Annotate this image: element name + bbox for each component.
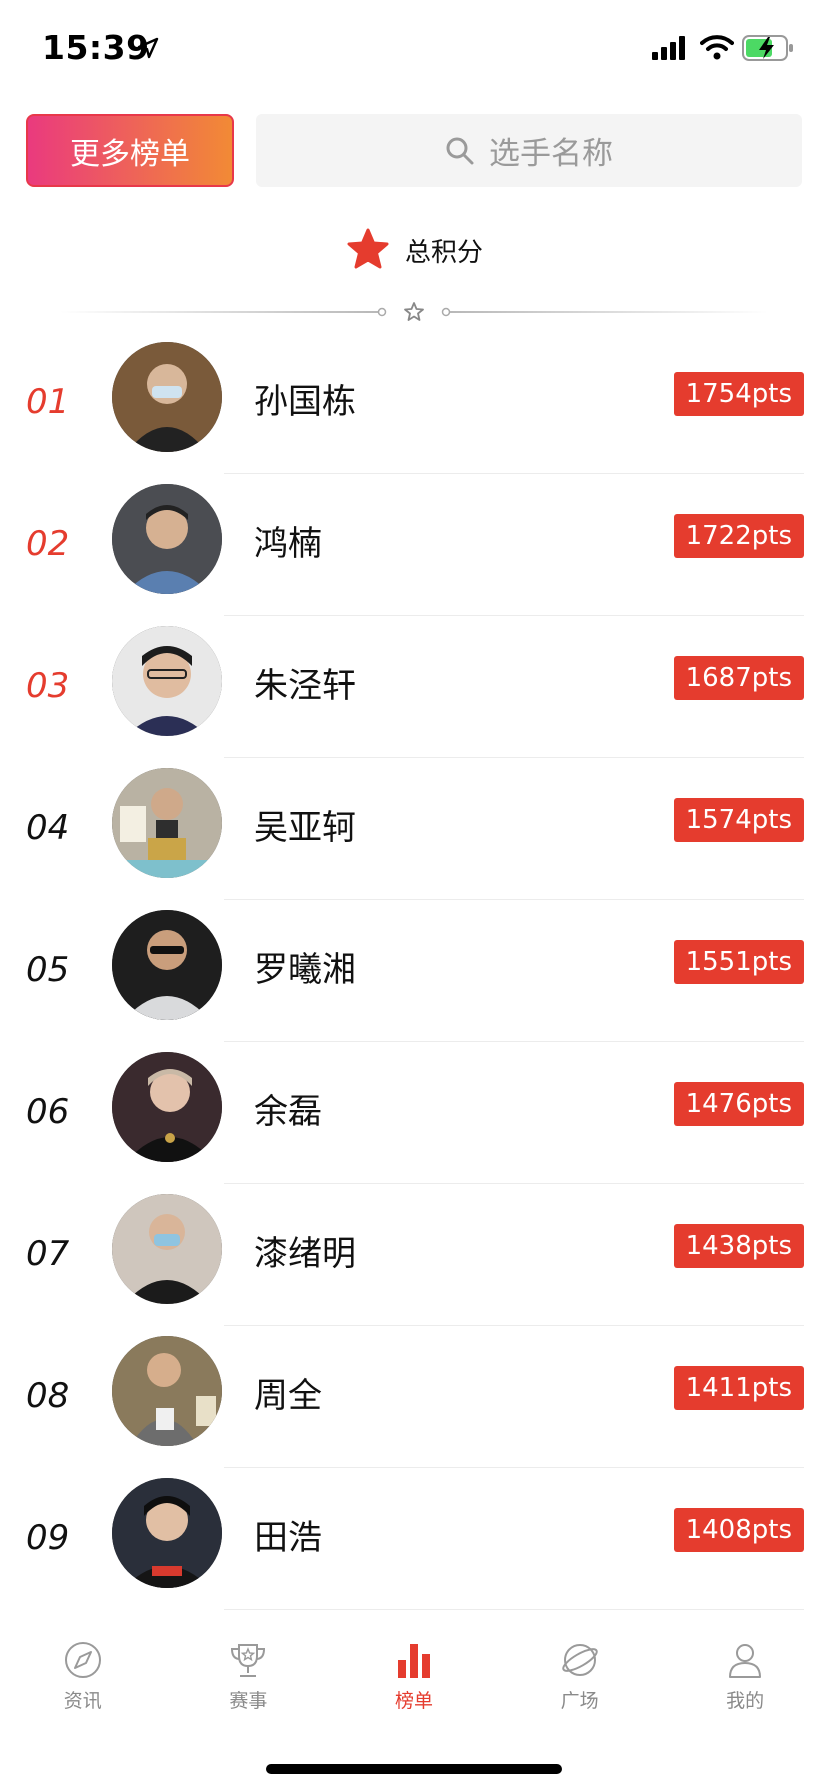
- player-name: 田浩: [254, 1518, 322, 1558]
- tab-label: 资讯: [63, 1690, 102, 1712]
- points-badge: 1722pts: [673, 514, 804, 558]
- player-name: 周全: [254, 1376, 322, 1416]
- player-row[interactable]: 05 罗曦湘 1551pts: [0, 900, 828, 1042]
- rank-number: 05: [26, 950, 70, 990]
- rank-number: 08: [26, 1376, 70, 1416]
- player-row[interactable]: 03 朱泾轩 1687pts: [0, 616, 828, 758]
- trophy-icon: [231, 1644, 266, 1677]
- player-avatar: [112, 626, 222, 736]
- player-row[interactable]: 06 余磊 1476pts: [0, 1042, 828, 1184]
- player-row[interactable]: 01 孙国栋 1754pts: [0, 332, 828, 474]
- player-row[interactable]: 04 吴亚轲 1574pts: [0, 758, 828, 900]
- points-badge: 1411pts: [673, 1366, 804, 1410]
- tab-profile[interactable]: 我的: [662, 1620, 828, 1740]
- player-row[interactable]: 08 周全 1411pts: [0, 1326, 828, 1468]
- rank-number: 04: [26, 808, 70, 848]
- ranking-title: 总积分: [0, 222, 828, 278]
- points-badge: 1476pts: [673, 1082, 804, 1126]
- ranking-list: 01 孙国栋 1754pts 02 鸿楠 1722pts 03 朱泾轩 1687…: [0, 332, 828, 1610]
- player-name: 朱泾轩: [254, 666, 356, 706]
- rank-number: 03: [26, 666, 70, 706]
- location-arrow-icon: [137, 37, 159, 59]
- home-indicator[interactable]: [266, 1764, 562, 1774]
- points-badge: 1438pts: [673, 1224, 804, 1268]
- tab-rankings[interactable]: 榜单: [331, 1620, 497, 1740]
- points-badge: 1551pts: [673, 940, 804, 984]
- section-label: 总积分: [404, 237, 483, 268]
- player-avatar: [112, 910, 222, 1020]
- status-time: 15:39: [42, 28, 150, 67]
- rank-number: 09: [26, 1518, 70, 1558]
- points-badge: 1574pts: [673, 798, 804, 842]
- player-row[interactable]: 02 鸿楠 1722pts: [0, 474, 828, 616]
- player-avatar: [112, 484, 222, 594]
- player-name: 孙国栋: [254, 382, 356, 422]
- rank-number: 02: [26, 524, 70, 564]
- search-icon: [446, 137, 474, 164]
- tab-label: 榜单: [394, 1690, 433, 1712]
- tab-label: 广场: [560, 1690, 599, 1712]
- bar-chart-icon: [397, 1644, 430, 1678]
- search-placeholder: 选手名称: [489, 136, 613, 172]
- player-name: 鸿楠: [254, 524, 322, 564]
- tab-news[interactable]: 资讯: [0, 1620, 166, 1740]
- points-badge: 1408pts: [673, 1508, 804, 1552]
- compass-icon: [64, 1642, 101, 1678]
- points-badge: 1687pts: [673, 656, 804, 700]
- cellular-signal-icon: [652, 36, 685, 60]
- tab-label: 我的: [726, 1690, 765, 1712]
- rank-number: 07: [26, 1234, 70, 1274]
- status-bar: 15:39: [0, 0, 828, 96]
- row-divider: [224, 1609, 804, 1610]
- battery-charging-icon: [742, 35, 793, 61]
- bottom-tab-bar: 资讯 赛事 榜单 广场 我的: [0, 1620, 828, 1740]
- planet-icon: [561, 1644, 598, 1676]
- points-badge: 1754pts: [673, 372, 804, 416]
- player-avatar: [112, 1194, 222, 1304]
- player-name: 罗曦湘: [254, 950, 356, 990]
- title-divider: [60, 302, 768, 321]
- player-search-input[interactable]: 选手名称: [256, 114, 802, 187]
- player-avatar: [112, 1478, 222, 1588]
- rank-number: 01: [26, 382, 70, 422]
- player-row[interactable]: 09 田浩 1408pts: [0, 1468, 828, 1610]
- player-avatar: [112, 1336, 222, 1446]
- player-name: 漆绪明: [254, 1234, 356, 1274]
- tab-label: 赛事: [229, 1690, 268, 1712]
- tab-events[interactable]: 赛事: [166, 1620, 332, 1740]
- player-row[interactable]: 07 漆绪明 1438pts: [0, 1184, 828, 1326]
- more-rankings-button[interactable]: 更多榜单: [26, 114, 234, 187]
- player-avatar: [112, 342, 222, 452]
- player-name: 吴亚轲: [254, 808, 356, 848]
- tab-square[interactable]: 广场: [497, 1620, 663, 1740]
- wifi-icon: [700, 35, 734, 60]
- player-avatar: [112, 768, 222, 878]
- player-avatar: [112, 1052, 222, 1162]
- star-icon: [347, 228, 389, 269]
- player-name: 余磊: [254, 1092, 322, 1132]
- user-icon: [729, 1644, 762, 1678]
- rank-number: 06: [26, 1092, 70, 1132]
